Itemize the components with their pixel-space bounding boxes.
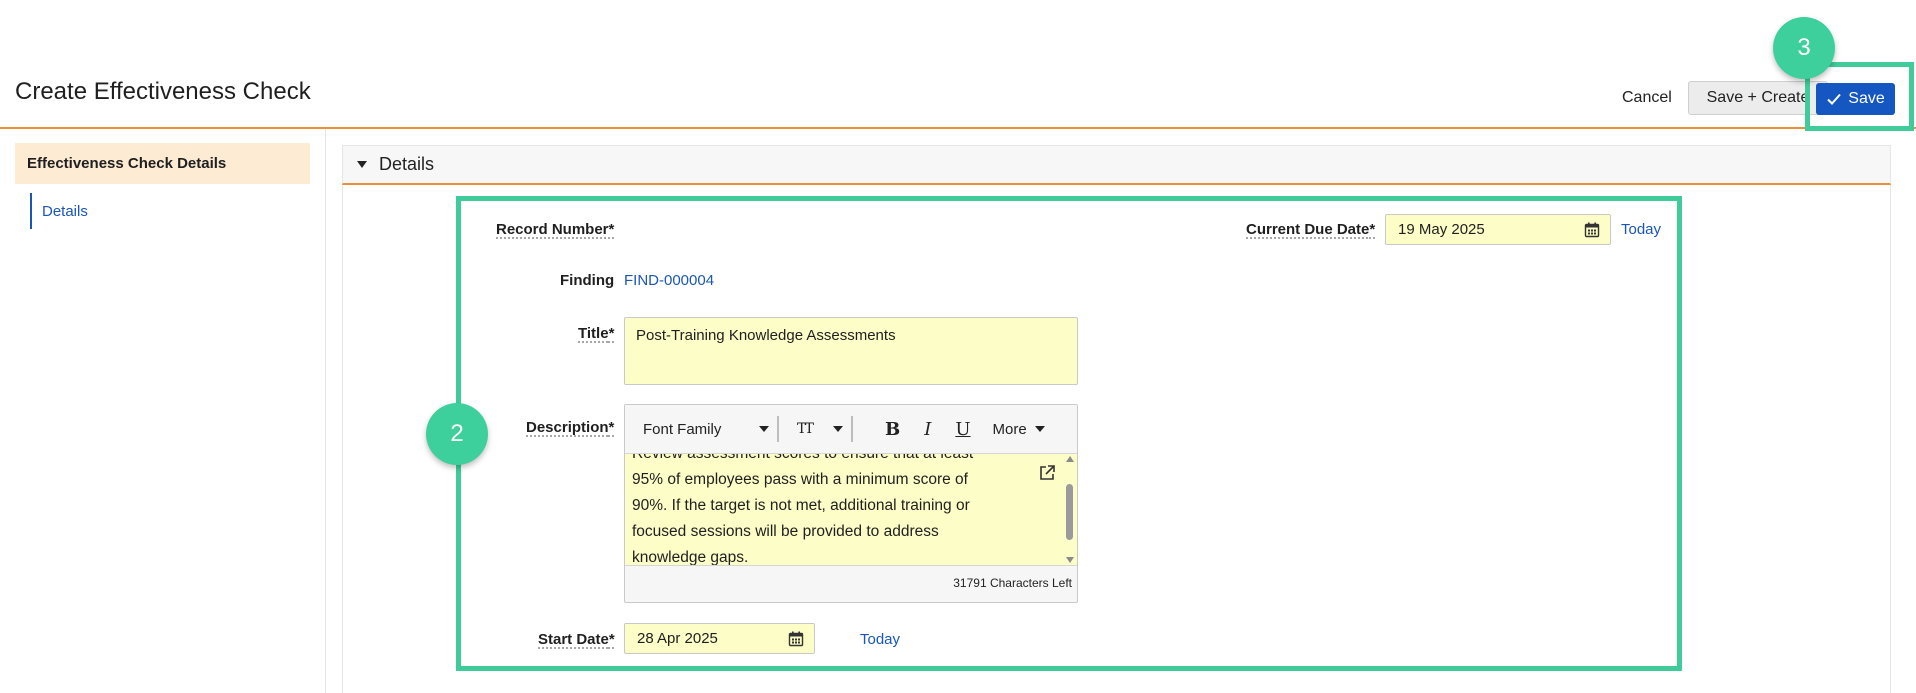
toolbar-separator [777,416,779,442]
calendar-icon[interactable] [788,631,804,647]
title-label: Title* [578,325,615,342]
cancel-button[interactable]: Cancel [1608,81,1686,115]
start-date-value: 28 Apr 2025 [637,630,718,647]
current-due-date-label: Current Due Date* [1246,221,1376,238]
bold-button[interactable]: B [885,419,900,440]
scroll-down-arrow-icon[interactable] [1066,557,1074,563]
editor-toolbar: Font Family TT B I U More [625,405,1077,453]
step-badge-3: 3 [1773,17,1835,79]
characters-left-counter: 31791 Characters Left [953,576,1072,590]
font-size-dropdown[interactable]: TT [797,421,843,437]
description-editor[interactable]: Font Family TT B I U More Review assessm… [624,404,1078,603]
toolbar-separator [851,416,853,442]
save-create-button[interactable]: Save + Create [1688,81,1828,115]
description-label: Description* [526,419,615,436]
description-text-area[interactable]: Review assessment scores to ensure that … [625,453,1077,566]
checkmark-icon [1827,93,1842,105]
underline-button[interactable]: U [955,419,970,440]
calendar-icon[interactable] [1584,222,1600,238]
record-number-label: Record Number* [496,221,615,238]
details-section-body [342,185,1891,693]
sidebar-item-details[interactable]: Details [30,193,88,229]
chevron-down-icon [759,426,769,432]
start-date-today-link[interactable]: Today [860,631,900,648]
finding-label: Finding [560,272,615,289]
section-title: Details [379,154,435,174]
current-due-date-today-link[interactable]: Today [1621,221,1661,238]
chevron-down-icon [1034,426,1045,432]
start-date-input[interactable]: 28 Apr 2025 [624,623,815,654]
save-button[interactable]: Save [1816,83,1895,115]
sidebar: Effectiveness Check Details Details [0,129,326,693]
current-due-date-input[interactable]: 19 May 2025 [1385,214,1611,245]
external-link-icon[interactable] [1038,464,1056,482]
font-family-dropdown[interactable]: Font Family [643,421,769,438]
description-scrollbar[interactable] [1064,456,1076,563]
details-section-header[interactable]: Details [342,145,1891,185]
description-text: Review assessment scores to ensure that … [632,453,974,566]
scroll-up-arrow-icon[interactable] [1066,456,1074,462]
font-size-icon: TT [797,421,814,437]
caret-down-icon [357,161,367,168]
scroll-thumb[interactable] [1066,484,1073,540]
page-title: Create Effectiveness Check [15,78,311,105]
step-badge-2: 2 [426,403,488,465]
title-input[interactable]: Post-Training Knowledge Assessments [624,317,1078,385]
sidebar-header: Effectiveness Check Details [15,143,310,184]
start-date-label: Start Date* [538,631,615,648]
title-value: Post-Training Knowledge Assessments [636,327,896,344]
more-label: More [992,420,1027,438]
current-due-date-value: 19 May 2025 [1398,221,1485,238]
finding-link[interactable]: FIND-000004 [624,272,714,289]
chevron-down-icon [833,426,843,432]
font-family-label: Font Family [643,420,722,438]
save-button-label: Save [1848,90,1885,107]
italic-button[interactable]: I [924,419,931,440]
more-dropdown[interactable]: More [993,421,1045,438]
